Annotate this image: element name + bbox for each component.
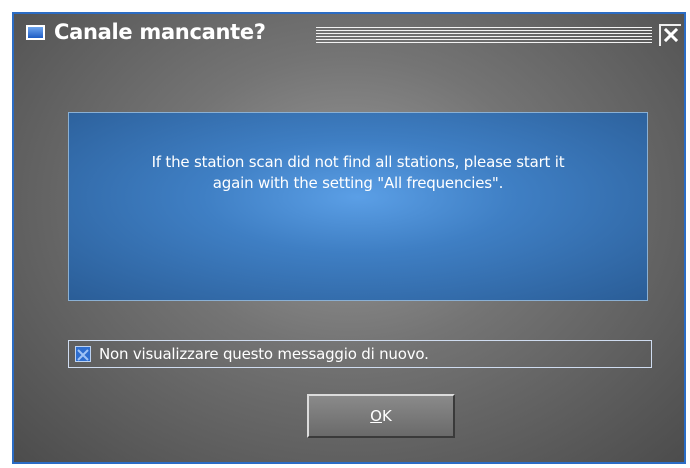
window-icon <box>26 25 45 40</box>
title-bar[interactable]: Canale mancante? <box>14 14 684 50</box>
ok-button[interactable]: OK <box>307 394 455 438</box>
close-icon <box>663 27 679 46</box>
message-line-2: again with the setting "All frequencies"… <box>212 174 504 192</box>
ok-button-label: OK <box>370 407 392 425</box>
message-line-1: If the station scan did not find all sta… <box>151 153 565 171</box>
dont-show-again-label: Non visualizzare questo messaggio di nuo… <box>99 345 429 363</box>
missing-channel-dialog: Canale mancante? If the station scan did… <box>12 12 686 464</box>
ok-mnemonic: O <box>370 407 382 425</box>
dont-show-again-checkbox[interactable] <box>75 346 91 362</box>
dont-show-again-option[interactable]: Non visualizzare questo messaggio di nuo… <box>68 340 652 368</box>
check-x-icon <box>77 349 89 361</box>
ok-label-rest: K <box>381 407 392 425</box>
close-button[interactable] <box>659 24 681 46</box>
title-bar-grip[interactable] <box>316 27 652 45</box>
message-panel: If the station scan did not find all sta… <box>68 112 648 301</box>
message-text: If the station scan did not find all sta… <box>69 152 647 194</box>
dialog-title: Canale mancante? <box>54 20 266 44</box>
